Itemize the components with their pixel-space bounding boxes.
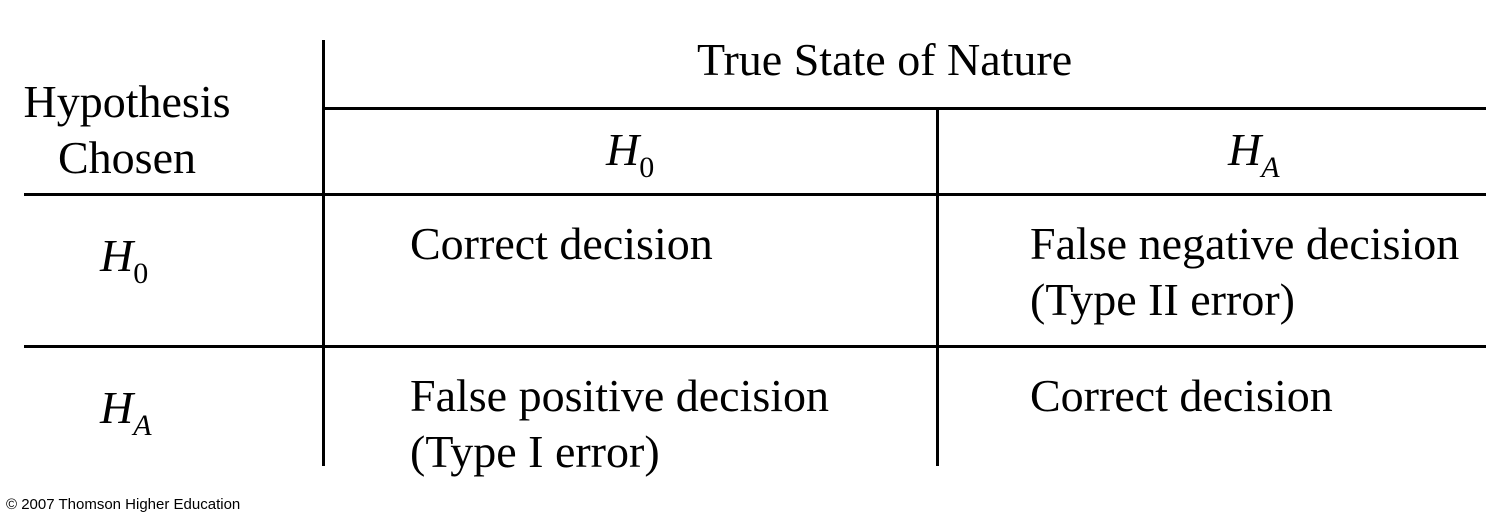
column-header-ha-symbol: H [1228,124,1262,175]
column-header-h0-subscript: 0 [639,151,655,184]
column-header-ha: HA [1228,122,1280,184]
cell-ha-h0-line1: False positive decision [410,370,830,421]
vertical-divider-left [322,40,325,466]
row-label-h0: H0 [100,228,148,290]
cell-h0-ha-line2: (Type II error) [1030,274,1295,325]
row-label-ha-symbol: H [100,382,134,433]
cell-h0-h0-line1: Correct decision [410,218,713,269]
row-label-ha: HA [100,380,152,442]
row-header-line1: Hypothesis [23,76,231,127]
vertical-divider-middle [936,110,939,466]
copyright-notice: © 2007 Thomson Higher Education [6,496,241,513]
column-header-h0: H0 [606,122,654,184]
cell-h0-h0: Correct decision [410,216,713,272]
cell-ha-h0-line2: (Type I error) [410,426,660,477]
column-header-h0-symbol: H [606,124,640,175]
column-header-ha-subscript: A [1261,151,1280,184]
cell-ha-h0: False positive decision (Type I error) [410,368,829,480]
row-header: Hypothesis Chosen [12,74,242,186]
row-header-line2: Chosen [58,132,196,183]
header-rule-top [324,107,1486,110]
row-label-h0-subscript: 0 [133,257,149,290]
header-rule-bottom [24,193,1486,196]
header-group-title: True State of Nature [697,34,1073,85]
row-label-ha-subscript: A [133,409,152,442]
row-label-h0-symbol: H [100,230,134,281]
cell-ha-ha-line1: Correct decision [1030,370,1333,421]
cell-h0-ha-line1: False negative decision [1030,218,1460,269]
cell-h0-ha: False negative decision (Type II error) [1030,216,1459,328]
row-divider [24,345,1486,348]
cell-ha-ha: Correct decision [1030,368,1333,424]
